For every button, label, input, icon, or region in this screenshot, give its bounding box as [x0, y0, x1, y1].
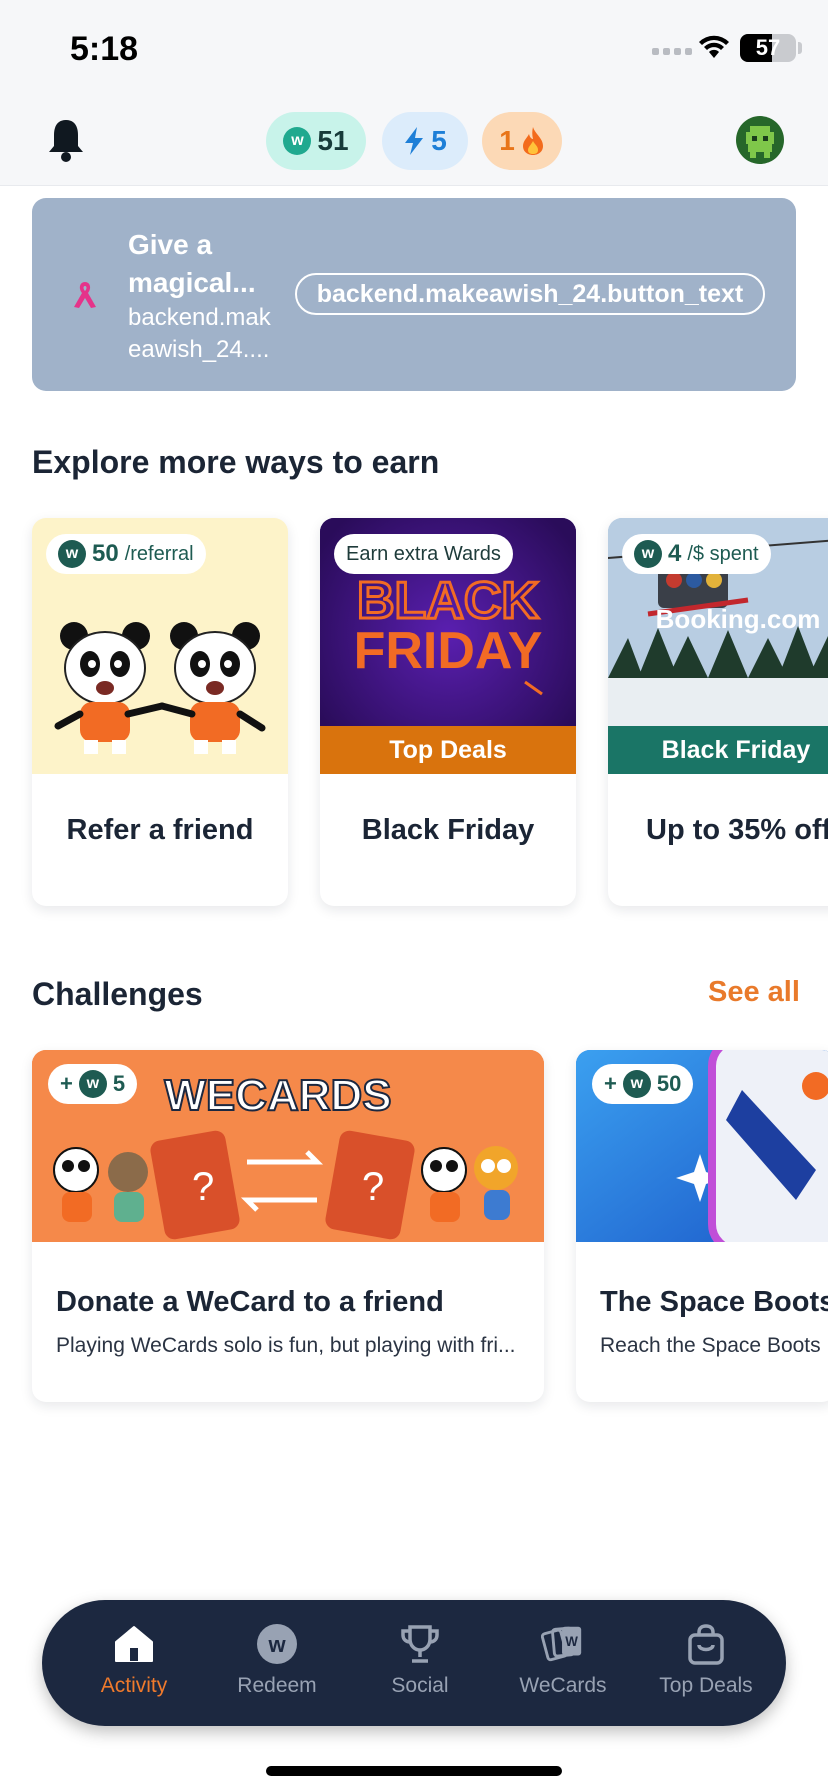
bottom-nav: Activity w Redeem Social W WeCards Top D…: [42, 1600, 786, 1726]
top-deals-band: Top Deals: [320, 726, 576, 774]
reward-value: 50: [656, 1071, 682, 1096]
streak-count: 1: [499, 125, 515, 156]
svg-text:?: ?: [362, 1165, 384, 1209]
booking-illustration: Booking.com w 4 /$ spent Black Friday: [608, 518, 828, 774]
booking-reward-badge: w 4 /$ spent: [622, 534, 771, 574]
home-icon: [112, 1622, 156, 1666]
challenge-description: Reach the Space Boots L: [600, 1334, 828, 1357]
wards-coin-icon: w: [283, 127, 312, 155]
nav-label: Activity: [100, 1674, 168, 1697]
make-a-wish-banner[interactable]: Give a magical... backend.makeawish_24..…: [32, 198, 796, 391]
challenge-card-wecards[interactable]: WECARDS ? ? + w 5 Donate a WeCard to a f…: [32, 1050, 544, 1402]
reward-value: 5: [112, 1071, 126, 1096]
earn-card-black-friday[interactable]: BLACK FRIDAY Earn extra Wards Top Deals …: [320, 518, 576, 906]
space-boots-illustration: + w 50: [576, 1050, 828, 1242]
challenge-card-space-boots[interactable]: + w 50 The Space Boots Reach the Space B…: [576, 1050, 828, 1402]
wecards-logo-text: WECARDS: [164, 1071, 391, 1120]
home-indicator: [266, 1766, 562, 1776]
nav-item-top-deals[interactable]: Top Deals: [634, 1600, 778, 1726]
nav-item-activity[interactable]: Activity: [62, 1600, 206, 1726]
svg-text:W: W: [565, 1634, 578, 1649]
wish-title: Give a magical...: [128, 229, 256, 298]
wards-coin-icon: w: [622, 1070, 651, 1098]
lightning-icon: [405, 127, 424, 155]
earn-card-label: Black Friday: [361, 814, 535, 846]
nav-label: WeCards: [519, 1674, 607, 1697]
top-header: w 51 5 1: [0, 100, 828, 186]
cards-icon: W: [541, 1622, 585, 1666]
nav-label: Social: [391, 1674, 449, 1697]
challenge-reward-badge: + w 50: [592, 1064, 694, 1104]
art-friday-text: FRIDAY: [354, 622, 543, 680]
nav-item-wecards[interactable]: W WeCards: [491, 1600, 635, 1726]
earn-card-booking[interactable]: Booking.com w 4 /$ spent Black Friday Up…: [608, 518, 828, 906]
cellular-signal-icon: [652, 48, 692, 55]
pixel-avatar-icon: [746, 126, 774, 158]
earn-section-title: Explore more ways to earn: [32, 444, 440, 480]
earn-card-label: Refer a friend: [66, 814, 254, 846]
shopping-bag-icon: [684, 1622, 728, 1666]
black-friday-band: Black Friday: [608, 726, 828, 774]
svg-text:?: ?: [192, 1165, 214, 1209]
svg-text:w: w: [267, 1632, 286, 1657]
see-all-link[interactable]: See all: [708, 976, 800, 1009]
wish-cta-button[interactable]: backend.makeawish_24.button_text: [295, 273, 765, 315]
referral-reward-badge: w 50 /referral: [46, 534, 206, 574]
earn-card-label: Up to 35% off: [646, 814, 828, 846]
extra-wards-badge: Earn extra Wards: [334, 534, 513, 574]
booking-brand-text: Booking.com: [656, 604, 821, 634]
earn-card-refer[interactable]: w 50 /referral Refer a friend: [32, 518, 288, 906]
badge-value: 50: [92, 540, 119, 567]
badge-value: 4: [668, 540, 682, 567]
wish-subtitle: backend.makeawish_24....: [128, 304, 271, 363]
battery-level: 57: [755, 35, 781, 60]
wards-coin-icon: w: [58, 540, 86, 568]
battery-icon: 57: [740, 34, 796, 62]
wifi-icon: [699, 35, 729, 58]
status-bar: 5:18 57: [0, 0, 828, 100]
reward-plus: +: [60, 1071, 73, 1096]
reward-plus: +: [604, 1071, 617, 1096]
bell-icon[interactable]: [46, 116, 86, 164]
challenge-description: Playing WeCards solo is fun, but playing…: [56, 1334, 516, 1357]
wards-coin-icon: w: [78, 1070, 107, 1098]
flame-icon: [522, 127, 543, 155]
badge-unit: /referral: [124, 542, 194, 565]
wards-balance: 51: [317, 125, 349, 156]
ribbon-icon: [74, 282, 96, 308]
badge-unit: /$ spent: [687, 542, 759, 565]
challenge-reward-badge: + w 5: [48, 1064, 138, 1104]
nav-item-social[interactable]: Social: [348, 1600, 492, 1726]
black-friday-illustration: BLACK FRIDAY Earn extra Wards Top Deals: [320, 518, 576, 774]
wecards-illustration: WECARDS ? ? + w 5: [32, 1050, 544, 1242]
challenge-title: The Space Boots: [600, 1286, 828, 1318]
avatar[interactable]: [736, 116, 784, 164]
wards-coin-icon: w: [255, 1622, 299, 1666]
energy-pill[interactable]: 5: [382, 112, 468, 170]
trophy-icon: [398, 1622, 442, 1666]
nav-item-redeem[interactable]: w Redeem: [205, 1600, 349, 1726]
challenges-title: Challenges: [32, 976, 203, 1012]
nav-label: Top Deals: [659, 1674, 753, 1697]
refer-illustration: w 50 /referral: [32, 518, 288, 774]
wards-coin-icon: w: [634, 540, 662, 568]
streak-pill[interactable]: 1: [482, 112, 562, 170]
status-time: 5:18: [70, 30, 139, 68]
nav-label: Redeem: [237, 1674, 317, 1697]
energy-count: 5: [431, 125, 447, 156]
battery-tip: [798, 42, 802, 54]
wards-balance-pill[interactable]: w 51: [266, 112, 366, 170]
challenge-title: Donate a WeCard to a friend: [56, 1286, 444, 1318]
